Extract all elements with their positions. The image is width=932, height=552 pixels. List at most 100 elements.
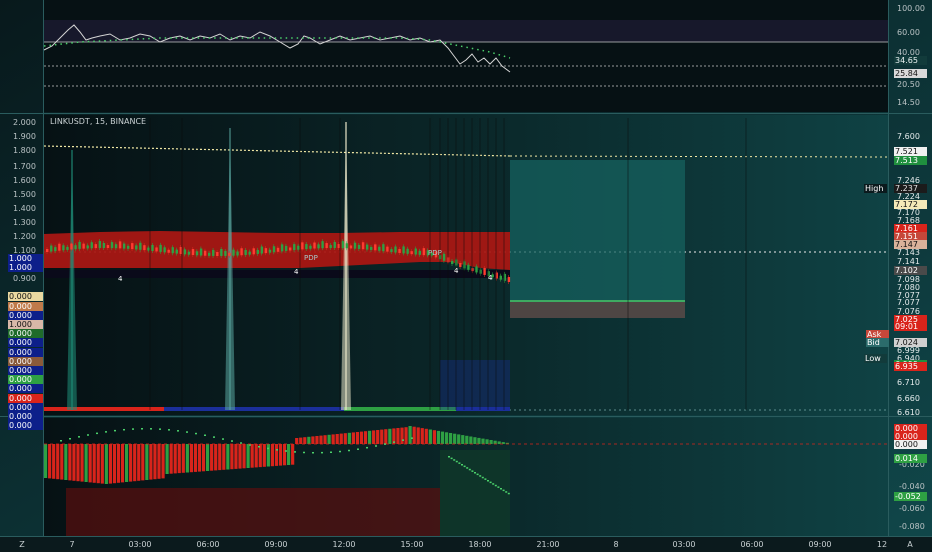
osc-shade — [66, 488, 440, 536]
histogram-bar — [100, 444, 104, 484]
osc-dot — [195, 432, 197, 435]
candle — [341, 241, 345, 249]
osc-dot — [159, 428, 161, 430]
histogram-bar — [343, 433, 347, 444]
candle — [357, 244, 361, 249]
histogram-bar — [339, 433, 343, 444]
price-scale-label: 7.141 — [897, 257, 920, 266]
histogram-bar — [473, 437, 477, 444]
histogram-bar — [185, 444, 189, 473]
left-scale-label: 1.800 — [13, 146, 36, 155]
histogram-bar — [108, 444, 112, 484]
left-scale-label: 1.300 — [13, 218, 36, 227]
candle — [203, 250, 207, 256]
candle — [163, 247, 166, 253]
osc-dot — [276, 449, 278, 451]
osc-dot — [481, 476, 484, 479]
price-side-tag: Low — [864, 354, 887, 363]
osc-dot — [492, 483, 495, 485]
histogram-bar — [238, 444, 242, 469]
left-scale-label: 1.200 — [13, 232, 36, 241]
osc-dot — [348, 449, 350, 452]
candle — [78, 241, 81, 249]
candle — [451, 260, 454, 264]
osc-dot — [114, 429, 116, 432]
osc-dot — [357, 448, 359, 450]
histogram-bar — [424, 428, 428, 444]
rsi-pane-bg — [44, 0, 888, 112]
osc-shade — [440, 450, 510, 536]
histogram-bar — [351, 432, 355, 444]
histogram-bar — [44, 444, 48, 478]
chart-marker: 4 — [488, 274, 493, 282]
candle — [147, 247, 150, 251]
left-badge: 0.000 — [8, 402, 43, 412]
histogram-bar — [299, 437, 303, 444]
osc-dot — [384, 443, 386, 445]
histogram-bar — [481, 438, 485, 444]
histogram-bar — [226, 444, 230, 470]
osc-badge: -0.052 — [894, 492, 927, 501]
projection-box-teal — [510, 160, 685, 300]
osc-dot — [69, 438, 71, 440]
osc-dot — [466, 467, 469, 469]
time-axis-label: 06:00 — [740, 540, 763, 549]
zoom-button[interactable]: Z — [19, 540, 25, 549]
price-scale-label: 6.660 — [897, 394, 920, 403]
osc-dot — [213, 436, 215, 438]
time-axis-label: 03:00 — [128, 540, 151, 549]
candle — [333, 242, 336, 249]
candle — [220, 248, 223, 256]
candle — [118, 241, 122, 249]
candle — [50, 245, 53, 252]
candle — [127, 245, 130, 249]
candle — [232, 249, 235, 256]
level-strip-red — [44, 407, 164, 411]
price-badge: 7.237 — [894, 184, 927, 193]
candle — [374, 244, 377, 251]
osc-dot — [411, 437, 413, 439]
candle — [317, 244, 320, 249]
chart-canvas[interactable]: LINKUSDT, 15, BINANCE 7 03:00 06:00 09:00 12… — [0, 0, 932, 550]
price-badge: 7.521 — [894, 147, 927, 156]
left-scale-label: 1.700 — [13, 162, 36, 171]
chart-root[interactable]: LINKUSDT, 15, BINANCE 7 03:00 06:00 09:00 12… — [0, 0, 932, 550]
price-badge: 7.513 — [894, 156, 927, 165]
candle — [240, 248, 243, 256]
osc-dot — [150, 428, 152, 430]
histogram-bar — [432, 430, 436, 444]
candle — [66, 246, 69, 250]
histogram-bar — [485, 439, 489, 444]
osc-dot — [375, 445, 377, 447]
candle — [353, 242, 357, 249]
candle — [260, 246, 264, 254]
rsi-scale-label: 20.50 — [897, 80, 920, 89]
histogram-bar — [416, 427, 420, 444]
candle — [236, 251, 239, 256]
candle — [313, 242, 316, 249]
left-badge: 0.000 — [8, 301, 43, 311]
price-badge: 09:01 — [894, 322, 927, 331]
histogram-bar — [457, 434, 461, 444]
osc-dot — [461, 464, 463, 466]
time-axis-label: 09:00 — [808, 540, 831, 549]
histogram-bar — [125, 444, 129, 482]
osc-dot — [339, 450, 341, 453]
price-badge: 7.172 — [894, 200, 927, 209]
histogram-bar — [52, 444, 56, 479]
chart-marker: 4 — [454, 267, 459, 275]
left-scale-label: 0.900 — [13, 274, 36, 283]
left-badge: 1.000 — [8, 320, 43, 329]
candle — [402, 246, 405, 254]
candle — [349, 245, 353, 249]
osc-dot — [494, 484, 497, 487]
price-badge: 7.102 — [894, 266, 927, 275]
price-side-tag: Bid — [866, 338, 889, 347]
histogram-bar — [404, 427, 408, 444]
candle — [143, 245, 146, 251]
histogram-bar — [173, 444, 177, 474]
candle — [301, 242, 304, 250]
candle — [74, 245, 77, 250]
auto-scale-button[interactable]: A — [907, 540, 913, 549]
left-scale-label: 1.400 — [13, 204, 36, 213]
